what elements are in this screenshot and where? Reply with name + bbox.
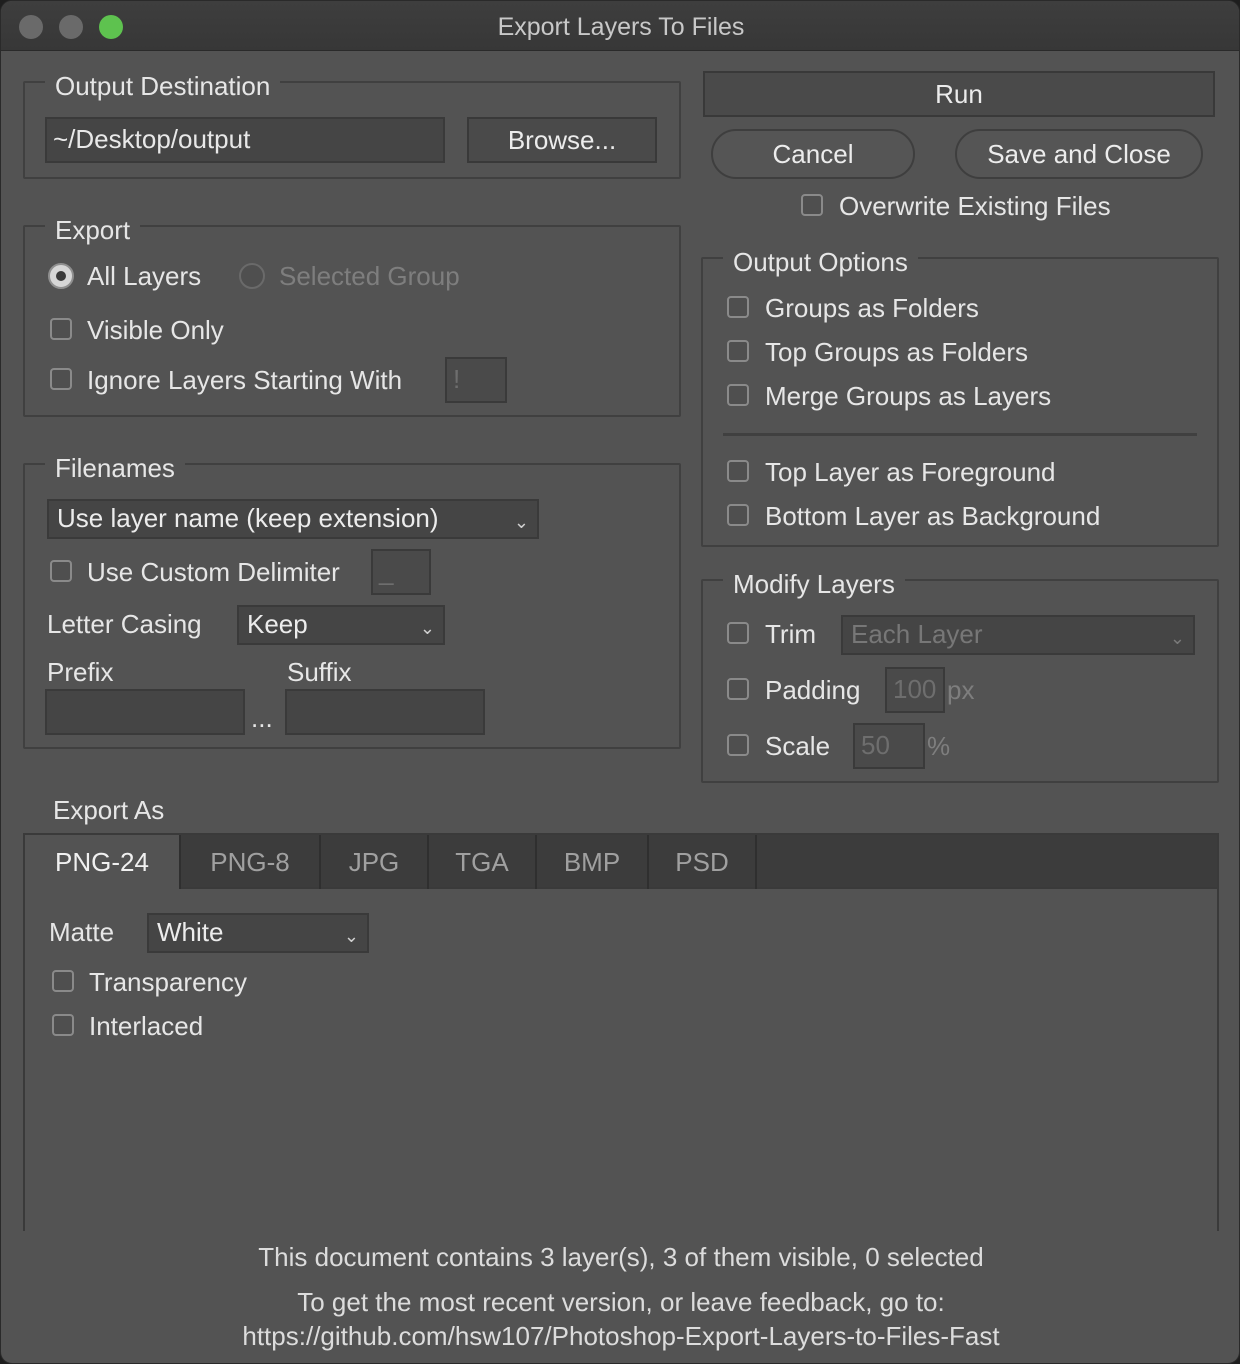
tab-png-24[interactable]: PNG-24 xyxy=(25,835,181,889)
browse-button[interactable]: Browse... xyxy=(467,117,657,163)
bottom-layer-background-checkbox[interactable] xyxy=(727,504,749,526)
output-options-divider xyxy=(723,433,1197,436)
naming-select-value: Use layer name (keep extension) xyxy=(57,503,439,533)
padding-field[interactable]: 100 xyxy=(885,667,945,713)
padding-label: Padding xyxy=(765,675,861,705)
custom-delimiter-checkbox[interactable] xyxy=(50,560,72,582)
feedback-text: To get the most recent version, or leave… xyxy=(297,1287,945,1317)
top-layer-foreground-label: Top Layer as Foreground xyxy=(765,457,1056,487)
selected-group-label: Selected Group xyxy=(279,261,460,291)
naming-select[interactable]: Use layer name (keep extension) ⌄ xyxy=(47,499,539,539)
document-status: This document contains 3 layer(s), 3 of … xyxy=(258,1242,984,1272)
format-tabs: PNG-24 PNG-8 JPG TGA BMP PSD xyxy=(23,833,1219,889)
letter-casing-value: Keep xyxy=(247,609,308,639)
merge-groups-as-layers-checkbox[interactable] xyxy=(727,384,749,406)
top-groups-as-folders-label: Top Groups as Folders xyxy=(765,337,1029,367)
output-options-label: Output Options xyxy=(723,247,918,277)
modify-layers-label: Modify Layers xyxy=(723,569,905,599)
tab-psd[interactable]: PSD xyxy=(649,835,757,889)
output-path-field[interactable]: ~/Desktop/output xyxy=(45,117,445,163)
padding-unit: px xyxy=(947,675,975,705)
letter-casing-label: Letter Casing xyxy=(47,609,202,639)
chevron-down-icon: ⌄ xyxy=(513,512,529,532)
scale-unit: % xyxy=(927,731,951,761)
ignore-prefix-field[interactable]: ! xyxy=(445,357,507,403)
delimiter-field[interactable]: _ xyxy=(371,549,431,595)
matte-select[interactable]: White ⌄ xyxy=(147,913,369,953)
export-group-label: Export xyxy=(45,215,141,245)
interlaced-checkbox[interactable] xyxy=(52,1014,74,1036)
chevron-down-icon: ⌄ xyxy=(1169,628,1185,648)
chevron-down-icon: ⌄ xyxy=(343,926,359,946)
top-groups-as-folders-checkbox[interactable] xyxy=(727,340,749,362)
scale-checkbox[interactable] xyxy=(727,734,749,756)
bottom-layer-background-label: Bottom Layer as Background xyxy=(765,501,1101,531)
all-layers-label: All Layers xyxy=(87,261,202,291)
custom-delimiter-label: Use Custom Delimiter xyxy=(87,557,340,587)
letter-casing-select[interactable]: Keep ⌄ xyxy=(237,605,445,645)
trim-mode-select[interactable]: Each Layer ⌄ xyxy=(841,615,1195,655)
matte-value: White xyxy=(157,917,224,947)
transparency-label: Transparency xyxy=(89,967,247,997)
trim-label: Trim xyxy=(765,619,817,649)
github-link[interactable]: https://github.com/hsw107/Photoshop-Expo… xyxy=(1,1320,1239,1352)
ignore-layers-label: Ignore Layers Starting With xyxy=(87,365,403,395)
prefix-suffix-separator: ... xyxy=(251,703,273,733)
prefix-field[interactable] xyxy=(45,689,245,735)
prefix-label: Prefix xyxy=(47,657,114,687)
visible-only-label: Visible Only xyxy=(87,315,224,345)
matte-label: Matte xyxy=(49,917,115,947)
tab-bmp[interactable]: BMP xyxy=(537,835,649,889)
top-layer-foreground-checkbox[interactable] xyxy=(727,460,749,482)
visible-only-checkbox[interactable] xyxy=(50,318,72,340)
groups-as-folders-checkbox[interactable] xyxy=(727,296,749,318)
scale-label: Scale xyxy=(765,731,831,761)
output-destination-label: Output Destination xyxy=(45,71,281,101)
ignore-layers-checkbox[interactable] xyxy=(50,368,72,390)
filenames-label: Filenames xyxy=(45,453,185,483)
suffix-field[interactable] xyxy=(285,689,485,735)
title-bar: Export Layers To Files xyxy=(1,1,1239,51)
transparency-checkbox[interactable] xyxy=(52,970,74,992)
trim-checkbox[interactable] xyxy=(727,622,749,644)
tab-jpg[interactable]: JPG xyxy=(321,835,429,889)
run-button[interactable]: Run xyxy=(703,71,1215,117)
export-layers-dialog: Export Layers To Files Output Destinatio… xyxy=(0,0,1240,1364)
overwrite-checkbox[interactable] xyxy=(801,194,823,216)
scale-field[interactable]: 50 xyxy=(853,723,925,769)
trim-mode-value: Each Layer xyxy=(851,619,983,649)
groups-as-folders-label: Groups as Folders xyxy=(765,293,979,323)
interlaced-label: Interlaced xyxy=(89,1011,204,1041)
export-as-label: Export As xyxy=(53,795,165,825)
cancel-button[interactable]: Cancel xyxy=(711,129,915,179)
tab-tga[interactable]: TGA xyxy=(429,835,537,889)
merge-groups-as-layers-label: Merge Groups as Layers xyxy=(765,381,1052,411)
selected-group-radio[interactable] xyxy=(239,263,265,289)
tab-png-8[interactable]: PNG-8 xyxy=(181,835,321,889)
all-layers-radio[interactable] xyxy=(48,263,74,289)
suffix-label: Suffix xyxy=(287,657,352,687)
chevron-down-icon: ⌄ xyxy=(419,618,435,638)
padding-checkbox[interactable] xyxy=(727,678,749,700)
save-and-close-button[interactable]: Save and Close xyxy=(955,129,1203,179)
overwrite-label: Overwrite Existing Files xyxy=(839,191,1111,221)
window-title: Export Layers To Files xyxy=(497,13,745,41)
